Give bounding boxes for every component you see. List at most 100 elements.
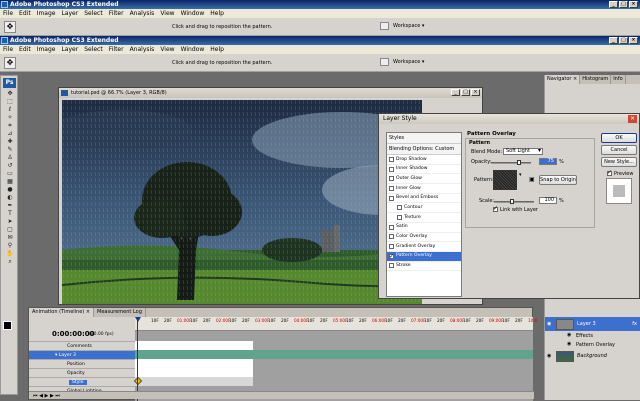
- position-row[interactable]: Position: [29, 359, 135, 368]
- dodge-tool-icon[interactable]: ◐: [4, 194, 16, 201]
- style-item-contour[interactable]: Contour: [387, 203, 461, 214]
- minimize-icon[interactable]: _: [609, 37, 618, 44]
- tab-navigator[interactable]: Navigator ×: [545, 75, 581, 84]
- layer-row-background[interactable]: ◉ Background: [545, 349, 640, 363]
- menu-item-file[interactable]: File: [3, 46, 13, 53]
- position-lane[interactable]: [135, 359, 253, 368]
- magic-wand-icon[interactable]: ✧: [4, 114, 16, 121]
- style-lane[interactable]: [135, 377, 253, 386]
- menu-item-analysis[interactable]: Analysis: [130, 46, 155, 53]
- path-select-icon[interactable]: ➤: [4, 218, 16, 225]
- maximize-icon[interactable]: □: [619, 37, 628, 44]
- tab-measurement-log[interactable]: Measurement Log: [94, 308, 146, 317]
- document-canvas[interactable]: [62, 100, 422, 304]
- close-icon[interactable]: ×: [629, 1, 638, 8]
- style-row[interactable]: Style: [29, 377, 135, 386]
- eyedropper-icon[interactable]: ⚲: [4, 242, 16, 249]
- brush-tool-icon[interactable]: ✎: [4, 146, 16, 153]
- eraser-tool-icon[interactable]: ▭: [4, 170, 16, 177]
- document-titlebar[interactable]: tutorial.psd @ 66.7% (Layer 3, RGB/8) _ …: [59, 88, 482, 98]
- notes-tool-icon[interactable]: ✉: [4, 234, 16, 241]
- menu-item-layer[interactable]: Layer: [61, 10, 78, 17]
- style-checkbox[interactable]: [389, 252, 394, 261]
- scale-slider-handle[interactable]: [510, 199, 514, 204]
- style-checkbox[interactable]: [389, 176, 394, 182]
- style-checkbox[interactable]: [397, 205, 402, 211]
- blur-tool-icon[interactable]: ●: [4, 186, 16, 193]
- menu-item-analysis[interactable]: Analysis: [130, 10, 155, 17]
- pattern-overlay-row[interactable]: ◉ Pattern Overlay: [545, 340, 640, 349]
- new-style-button[interactable]: New Style...: [601, 157, 637, 167]
- minimize-icon[interactable]: _: [609, 1, 618, 8]
- tab-info[interactable]: Info: [611, 75, 626, 84]
- style-checkbox[interactable]: [389, 195, 394, 201]
- maximize-icon[interactable]: □: [619, 1, 628, 8]
- eye-icon[interactable]: ◉: [547, 353, 553, 359]
- hand-tool-icon[interactable]: ✋: [4, 250, 16, 257]
- close-icon[interactable]: ×: [628, 115, 637, 123]
- menu-item-image[interactable]: Image: [37, 10, 56, 17]
- style-checkbox[interactable]: [389, 224, 394, 230]
- opacity-lane[interactable]: [135, 368, 253, 377]
- ok-button[interactable]: OK: [601, 133, 637, 143]
- move-tool-icon[interactable]: ✥: [4, 21, 16, 33]
- history-brush-icon[interactable]: ↺: [4, 162, 16, 169]
- pen-tool-icon[interactable]: ✒: [4, 202, 16, 209]
- styles-header[interactable]: Styles: [387, 133, 461, 144]
- workspace-icon[interactable]: [380, 22, 389, 30]
- menu-item-view[interactable]: View: [160, 10, 174, 17]
- marquee-tool-icon[interactable]: ⬚: [4, 98, 16, 105]
- layer3-duration-bar[interactable]: [135, 350, 533, 359]
- style-checkbox[interactable]: [389, 185, 394, 191]
- style-checkbox[interactable]: [389, 244, 394, 250]
- style-checkbox[interactable]: [397, 214, 402, 220]
- opacity-input[interactable]: 75: [539, 158, 557, 165]
- menu-item-window[interactable]: Window: [181, 46, 205, 53]
- style-checkbox[interactable]: [389, 263, 394, 269]
- type-tool-icon[interactable]: T: [4, 210, 16, 217]
- effects-row[interactable]: ◉ Effects: [545, 331, 640, 340]
- workspace-menu[interactable]: Workspace ▾: [393, 23, 424, 29]
- crop-tool-icon[interactable]: ⌗: [4, 122, 16, 129]
- lasso-tool-icon[interactable]: ℓ: [4, 106, 16, 113]
- menu-item-help[interactable]: Help: [210, 46, 224, 53]
- timeline-track-area[interactable]: 10F 20F 01:00F 10F 20F 02:00F 10F 20F 03:00F 10F 2…: [133, 317, 537, 401]
- comments-lane[interactable]: [135, 341, 253, 350]
- opacity-slider-handle[interactable]: [517, 160, 521, 165]
- cancel-button[interactable]: Cancel: [601, 145, 637, 155]
- blend-mode-select[interactable]: Soft Light: [503, 148, 543, 155]
- menu-item-layer[interactable]: Layer: [61, 46, 78, 53]
- layer-row-layer3[interactable]: ◉ Layer 3 fx: [545, 317, 640, 331]
- style-item-stroke[interactable]: Stroke: [387, 262, 461, 272]
- style-checkbox[interactable]: [389, 234, 394, 240]
- style-checkbox[interactable]: [389, 156, 394, 162]
- shape-tool-icon[interactable]: ▢: [4, 226, 16, 233]
- eye-icon[interactable]: ◉: [567, 333, 573, 338]
- workspace-menu-2[interactable]: Workspace ▾: [393, 59, 424, 65]
- foreground-color-swatch[interactable]: [3, 321, 12, 330]
- scale-slider[interactable]: [494, 199, 534, 204]
- fx-icon[interactable]: fx: [632, 321, 637, 327]
- opacity-slider[interactable]: [491, 160, 531, 165]
- menu-item-image[interactable]: Image: [37, 46, 56, 53]
- tab-histogram[interactable]: Histogram: [580, 75, 612, 84]
- playhead[interactable]: [135, 317, 141, 401]
- menu-item-filter[interactable]: Filter: [109, 46, 124, 53]
- minimize-icon[interactable]: _: [451, 89, 460, 96]
- pattern-dropdown-icon[interactable]: ▾: [519, 172, 522, 178]
- layer-style-titlebar[interactable]: Layer Style ×: [379, 114, 639, 124]
- gradient-tool-icon[interactable]: ▦: [4, 178, 16, 185]
- new-preset-icon[interactable]: ▣: [529, 176, 535, 183]
- menu-item-view[interactable]: View: [160, 46, 174, 53]
- move-tool-icon[interactable]: ✥: [4, 57, 16, 69]
- time-ruler[interactable]: 10F 20F 01:00F 10F 20F 02:00F 10F 20F 03:00F 10F 2…: [135, 317, 537, 331]
- tab-animation[interactable]: Animation (Timeline) ×: [29, 308, 95, 317]
- link-with-layer-checkbox[interactable]: [493, 205, 498, 212]
- scale-input[interactable]: 100: [539, 197, 557, 204]
- close-icon[interactable]: ×: [629, 37, 638, 44]
- slice-tool-icon[interactable]: ⊿: [4, 130, 16, 137]
- playback-controls-icon[interactable]: ⏮ ◀ ▶ ▶ ⏭: [33, 393, 60, 399]
- layer3-row[interactable]: ▾ Layer 3: [29, 350, 135, 359]
- opacity-row[interactable]: Opacity: [29, 368, 135, 377]
- menu-item-window[interactable]: Window: [181, 10, 205, 17]
